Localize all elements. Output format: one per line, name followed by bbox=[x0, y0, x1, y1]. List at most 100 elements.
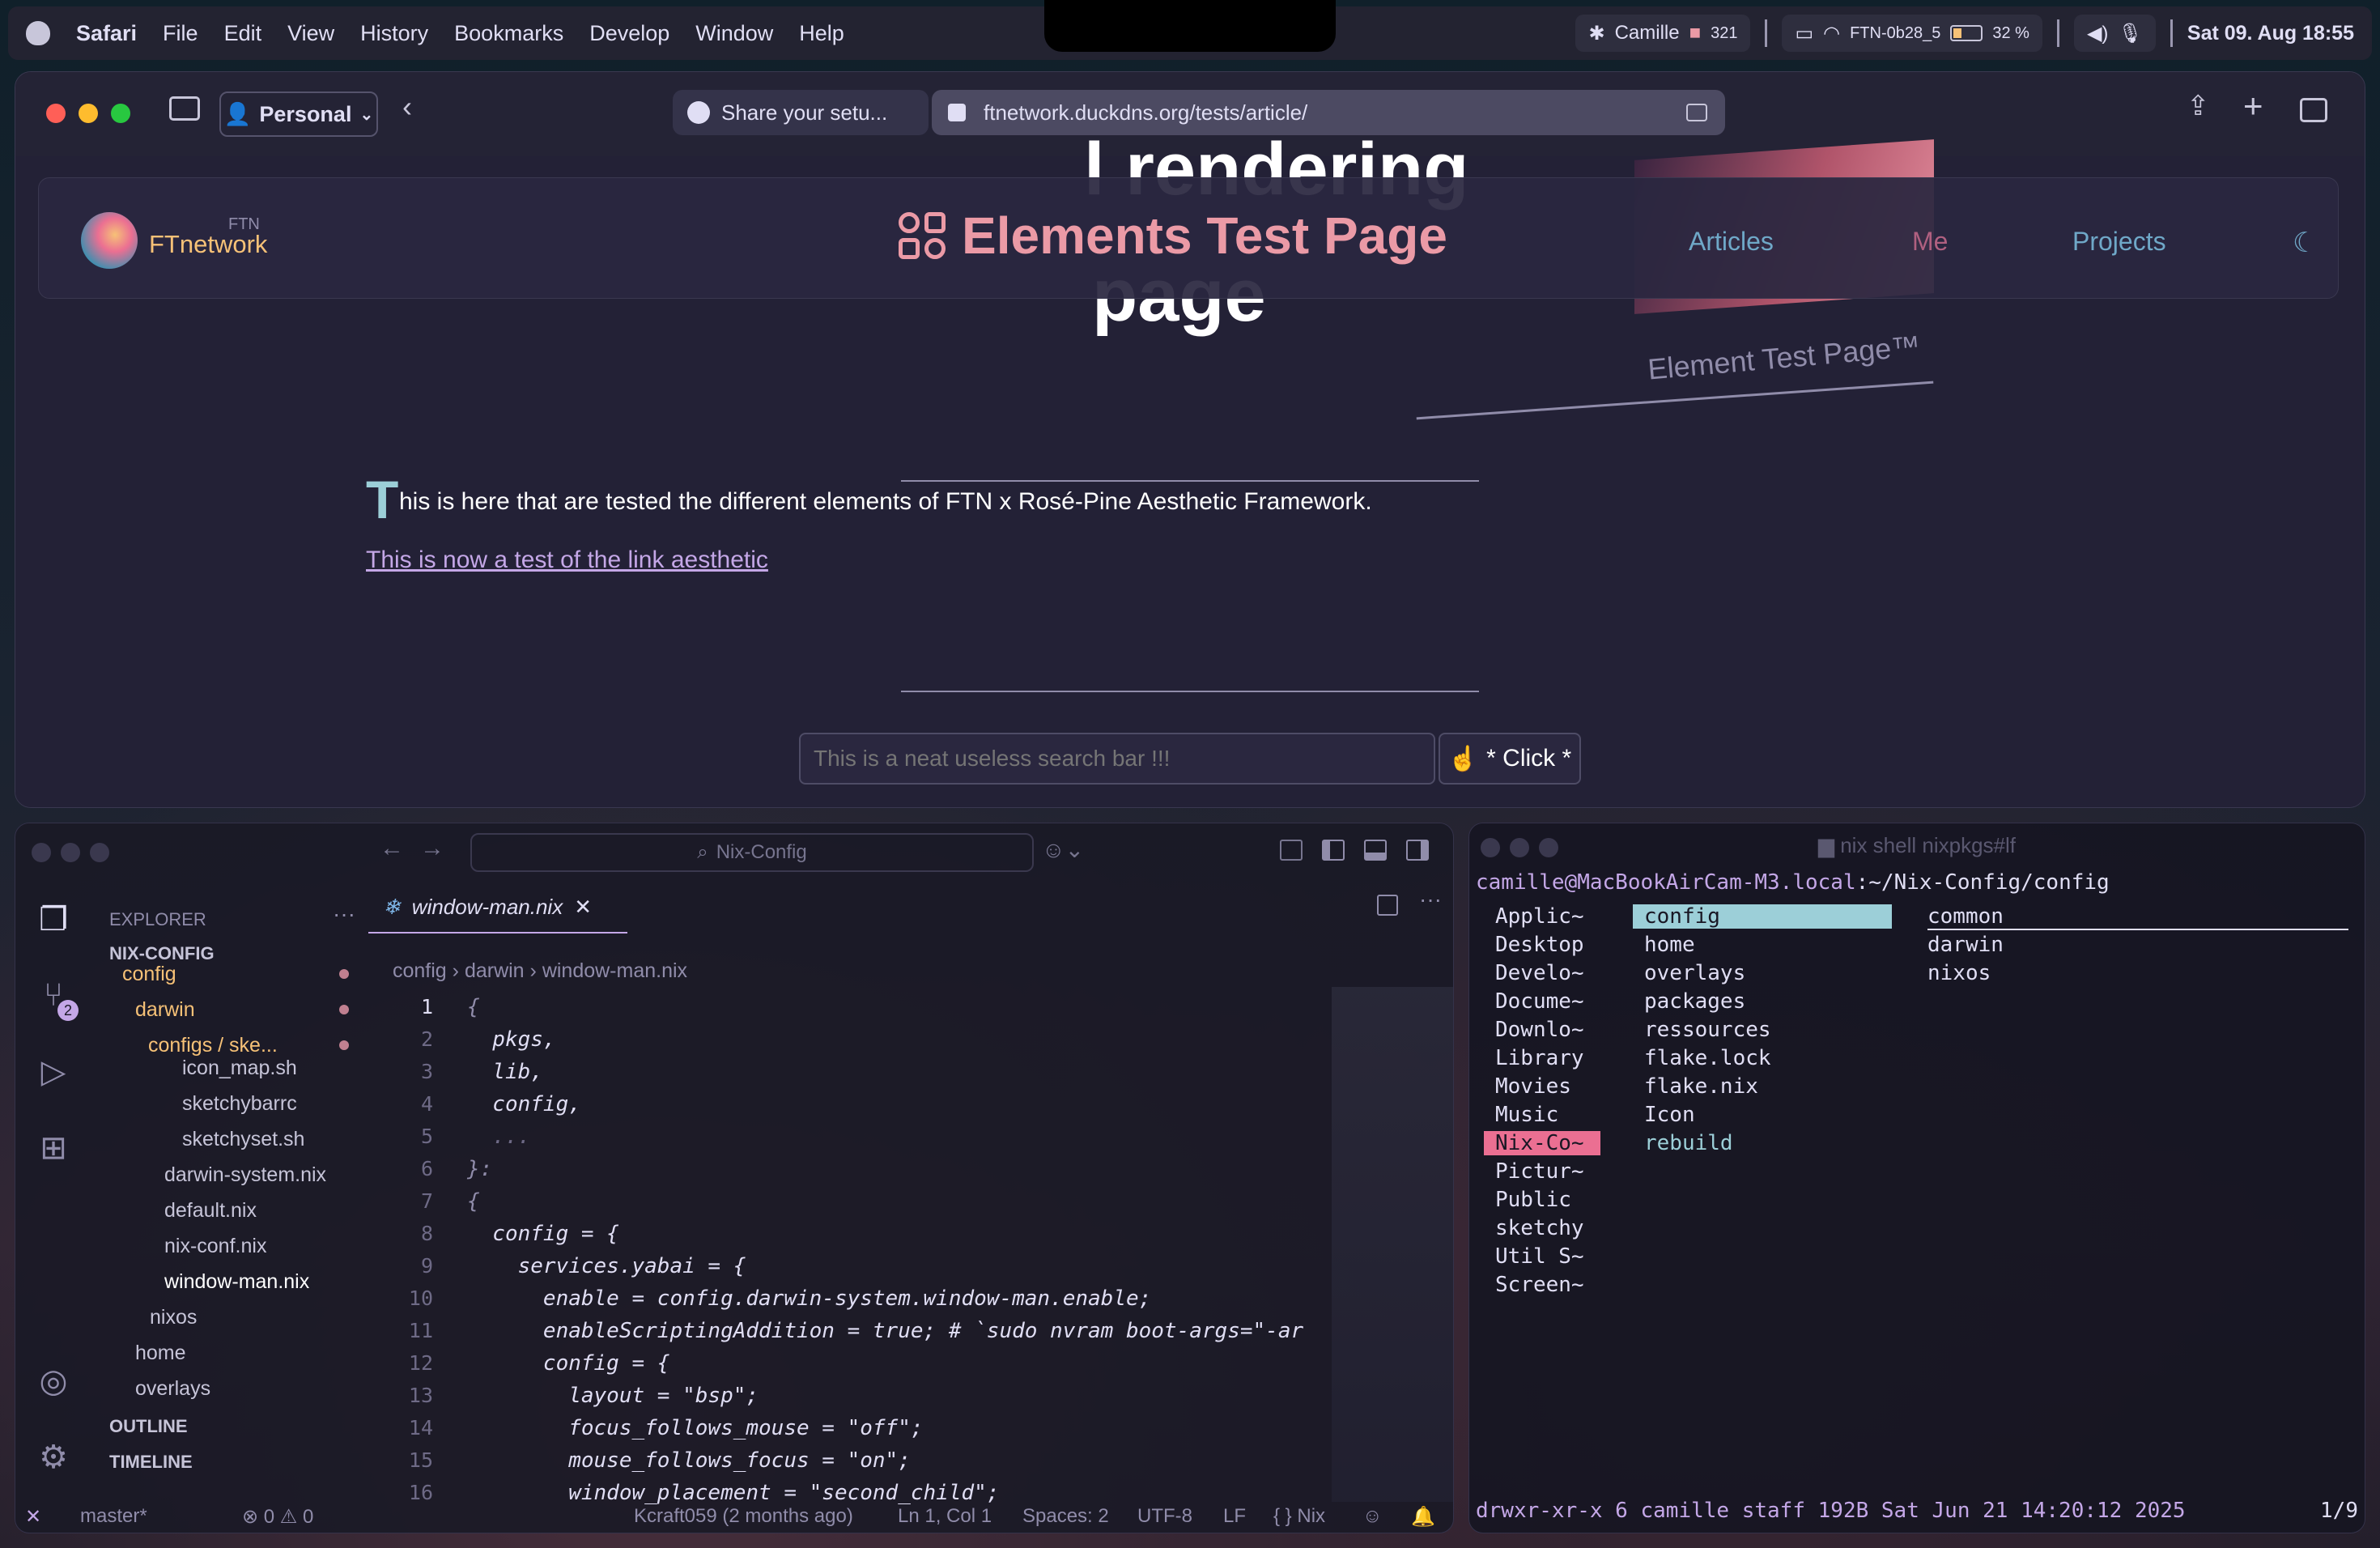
line-ending[interactable]: LF bbox=[1223, 1505, 1246, 1528]
tree-file-icon-map[interactable]: icon_map.sh bbox=[182, 1057, 297, 1080]
lf-entry[interactable]: config bbox=[1633, 904, 1892, 929]
tree-file-sketchyset[interactable]: sketchyset.sh bbox=[182, 1128, 304, 1151]
command-center-search[interactable]: ⌕ Nix-Config bbox=[470, 833, 1034, 872]
lf-entry[interactable]: Applic~ bbox=[1495, 904, 1584, 929]
toggle-panel-icon[interactable] bbox=[1364, 840, 1387, 861]
explorer-icon[interactable]: ❐ bbox=[33, 901, 74, 942]
code-line[interactable]: }: bbox=[467, 1157, 492, 1181]
lf-entry[interactable]: Pictur~ bbox=[1495, 1159, 1584, 1184]
sidebar-toggle-icon[interactable] bbox=[169, 96, 200, 121]
menu-history[interactable]: History bbox=[360, 21, 428, 46]
editor-more-icon[interactable]: ··· bbox=[1419, 887, 1442, 912]
settings-gear-icon[interactable]: ⚙ bbox=[33, 1439, 74, 1479]
code-line[interactable]: config, bbox=[467, 1092, 581, 1116]
extensions-icon[interactable]: ⊞ bbox=[33, 1129, 74, 1170]
menu-develop[interactable]: Develop bbox=[589, 21, 669, 46]
zoom-window-button[interactable] bbox=[90, 843, 109, 862]
profile-selector[interactable]: 👤 Personal ⌄ bbox=[219, 91, 378, 137]
tab-overview-icon[interactable] bbox=[2300, 98, 2327, 122]
tree-root-nix-config[interactable]: NIX-CONFIG bbox=[109, 943, 215, 964]
timeline-section[interactable]: TIMELINE bbox=[109, 1452, 193, 1473]
menu-help[interactable]: Help bbox=[799, 21, 844, 46]
nav-me[interactable]: Me bbox=[1912, 227, 1948, 257]
lf-entry[interactable]: Icon bbox=[1644, 1103, 1695, 1127]
nav-articles[interactable]: Articles bbox=[1689, 227, 1774, 257]
back-arrow-icon[interactable]: ‹ bbox=[402, 90, 412, 124]
breadcrumb-config[interactable]: config bbox=[393, 959, 447, 982]
tree-folder-configs[interactable]: configs / ske... bbox=[148, 1034, 278, 1057]
code-line[interactable]: pkgs, bbox=[467, 1027, 555, 1052]
tree-file-window-man[interactable]: window-man.nix bbox=[164, 1270, 309, 1294]
minimize-window-button[interactable] bbox=[79, 104, 98, 123]
code-line[interactable]: config = { bbox=[467, 1351, 670, 1376]
nav-projects[interactable]: Projects bbox=[2072, 227, 2166, 257]
network-widget[interactable]: ▭ ◠ FTN-0b28_5 32 % bbox=[1782, 15, 2042, 52]
logo-name[interactable]: FTnetwork bbox=[149, 230, 267, 259]
editor-tab[interactable]: ❄ window-man.nix ✕ bbox=[368, 882, 627, 933]
lf-entry[interactable]: common bbox=[1927, 904, 2348, 930]
outline-section[interactable]: OUTLINE bbox=[109, 1416, 188, 1437]
lf-entry[interactable]: darwin bbox=[1927, 933, 2004, 957]
lf-entry[interactable]: Music bbox=[1495, 1103, 1558, 1127]
apple-icon[interactable] bbox=[26, 21, 50, 45]
git-branch[interactable]: master* bbox=[80, 1505, 147, 1528]
code-line[interactable]: focus_follows_mouse = "off"; bbox=[467, 1416, 923, 1440]
close-tab-icon[interactable]: ✕ bbox=[574, 895, 592, 920]
menu-bookmarks[interactable]: Bookmarks bbox=[454, 21, 563, 46]
run-debug-icon[interactable]: ▷ bbox=[33, 1053, 74, 1094]
minimap[interactable] bbox=[1332, 987, 1453, 1502]
menu-file[interactable]: File bbox=[163, 21, 198, 46]
lf-entry[interactable]: rebuild bbox=[1644, 1131, 1733, 1155]
lf-entry[interactable]: ressources bbox=[1644, 1018, 1771, 1042]
share-icon[interactable]: ⇪ bbox=[2187, 90, 2210, 122]
tab-share-setup[interactable]: Share your setu... bbox=[673, 90, 929, 135]
toggle-sidebar-icon[interactable] bbox=[1322, 840, 1345, 861]
bluetooth-user-widget[interactable]: ✱ Camille ■ 321 bbox=[1575, 15, 1751, 52]
code-editor[interactable]: ❄ window-man.nix ✕ ··· config › darwin ›… bbox=[368, 882, 1453, 1505]
tree-folder-nixos[interactable]: nixos bbox=[150, 1306, 197, 1329]
language-mode[interactable]: { } Nix bbox=[1273, 1505, 1325, 1528]
code-line[interactable]: ... bbox=[467, 1125, 530, 1149]
tree-file-default[interactable]: default.nix bbox=[164, 1199, 257, 1223]
zoom-window-button[interactable] bbox=[111, 104, 130, 123]
back-arrow-icon[interactable]: ← bbox=[380, 835, 404, 862]
forward-arrow-icon[interactable]: → bbox=[420, 835, 444, 862]
breadcrumb-darwin[interactable]: darwin bbox=[465, 959, 525, 982]
lf-entry[interactable]: packages bbox=[1644, 989, 1745, 1014]
lf-entry[interactable]: Downlo~ bbox=[1495, 1018, 1584, 1042]
code-line[interactable]: lib, bbox=[467, 1060, 543, 1084]
code-line[interactable]: enable = config.darwin-system.window-man… bbox=[467, 1286, 1151, 1311]
tree-file-darwin-system[interactable]: darwin-system.nix bbox=[164, 1163, 326, 1187]
search-input[interactable] bbox=[799, 733, 1435, 785]
code-line[interactable]: services.yabai = { bbox=[467, 1254, 746, 1278]
cursor-position[interactable]: Ln 1, Col 1 bbox=[898, 1505, 992, 1528]
lf-entry[interactable]: Screen~ bbox=[1495, 1273, 1584, 1297]
menu-app-name[interactable]: Safari bbox=[76, 21, 137, 46]
lf-entry[interactable]: overlays bbox=[1644, 961, 1745, 985]
code-line[interactable]: { bbox=[467, 995, 480, 1019]
account-icon[interactable]: ◎ bbox=[33, 1363, 74, 1403]
code-line[interactable]: config = { bbox=[467, 1222, 619, 1246]
new-tab-icon[interactable]: + bbox=[2243, 87, 2263, 125]
lf-entry[interactable]: flake.lock bbox=[1644, 1046, 1771, 1070]
lf-entry[interactable]: nixos bbox=[1927, 961, 1991, 985]
git-blame[interactable]: Kcraft059 (2 months ago) bbox=[634, 1505, 853, 1528]
lf-entry[interactable]: sketchy bbox=[1495, 1216, 1584, 1240]
lf-entry[interactable]: flake.nix bbox=[1644, 1074, 1758, 1099]
breadcrumb-file[interactable]: window-man.nix bbox=[542, 959, 687, 982]
close-window-button[interactable] bbox=[32, 843, 51, 862]
tree-file-sketchybarrc[interactable]: sketchybarrc bbox=[182, 1092, 297, 1116]
layout-icon[interactable] bbox=[1280, 840, 1303, 861]
tree-folder-home[interactable]: home bbox=[135, 1342, 186, 1365]
click-button[interactable]: ☝ * Click * bbox=[1439, 733, 1581, 785]
lf-entry[interactable]: Library bbox=[1495, 1046, 1584, 1070]
lf-entry[interactable]: Docume~ bbox=[1495, 989, 1584, 1014]
audio-widget[interactable]: ◀) 🎙 bbox=[2073, 15, 2156, 52]
remote-icon[interactable]: ✕ bbox=[25, 1505, 41, 1529]
site-logo[interactable] bbox=[81, 212, 138, 269]
menu-view[interactable]: View bbox=[287, 21, 334, 46]
terminal-window[interactable]: ▆ nix shell nixpkgs#lf camille@MacBookAi… bbox=[1468, 823, 2365, 1533]
explorer-more-icon[interactable]: ··· bbox=[333, 901, 355, 927]
problems-indicator[interactable]: ⊗ 0 ⚠ 0 bbox=[242, 1505, 313, 1529]
lf-entry[interactable]: home bbox=[1644, 933, 1695, 957]
